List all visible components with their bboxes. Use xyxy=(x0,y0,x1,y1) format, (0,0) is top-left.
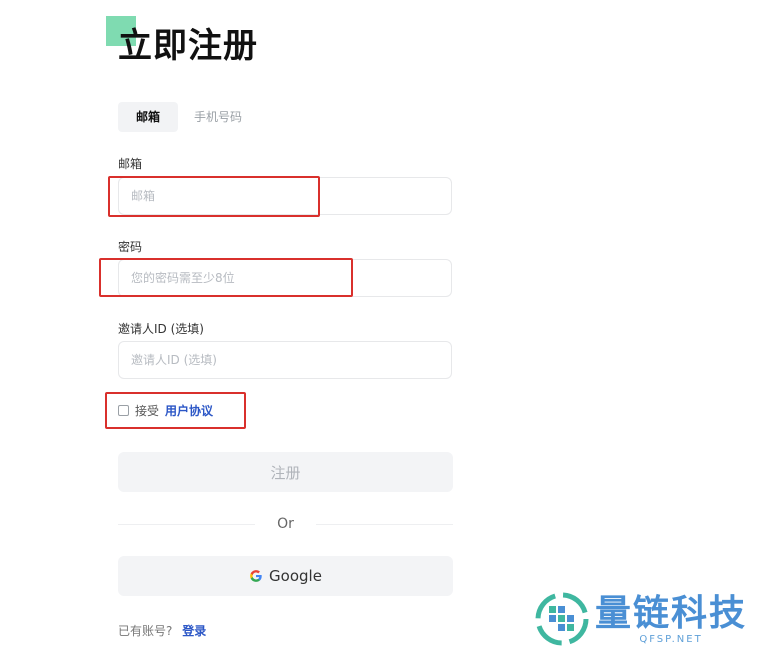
google-signin-button[interactable]: Google xyxy=(118,556,453,596)
divider-line-right xyxy=(315,523,453,525)
password-field[interactable] xyxy=(118,259,452,297)
google-icon xyxy=(250,570,262,582)
email-label: 邮箱 xyxy=(118,157,143,171)
login-prompt: 已有账号? xyxy=(118,624,173,638)
register-method-tabs: 邮箱 手机号码 xyxy=(118,102,252,132)
watermark-text: 量链科技 QFSP.NET xyxy=(595,592,748,645)
watermark: 量链科技 QFSP.NET xyxy=(535,590,757,648)
login-link[interactable]: 登录 xyxy=(182,624,206,638)
referral-label: 邀请人ID (选填) xyxy=(118,322,204,336)
login-row: 已有账号? 登录 xyxy=(118,622,206,639)
password-label: 密码 xyxy=(118,240,143,254)
tab-phone[interactable]: 手机号码 xyxy=(184,102,252,132)
or-divider: Or xyxy=(118,513,453,535)
watermark-brand-cn: 量链科技 xyxy=(595,592,748,634)
page-title: 立即注册 xyxy=(118,26,258,66)
divider-line-left xyxy=(118,523,256,525)
register-button[interactable]: 注册 xyxy=(118,452,453,492)
tab-email[interactable]: 邮箱 xyxy=(118,102,179,132)
agree-checkbox[interactable] xyxy=(118,405,129,416)
email-field[interactable] xyxy=(118,177,452,215)
referral-id-field[interactable] xyxy=(118,341,452,379)
brand-logo-icon xyxy=(535,592,589,646)
watermark-brand-en: QFSP.NET xyxy=(639,633,703,645)
or-label: Or xyxy=(277,516,294,532)
user-agreement-link[interactable]: 用户协议 xyxy=(165,402,213,419)
agreement-row: 接受 用户协议 xyxy=(118,402,213,419)
agree-prefix: 接受 xyxy=(135,404,160,418)
google-button-label: Google xyxy=(269,567,322,585)
